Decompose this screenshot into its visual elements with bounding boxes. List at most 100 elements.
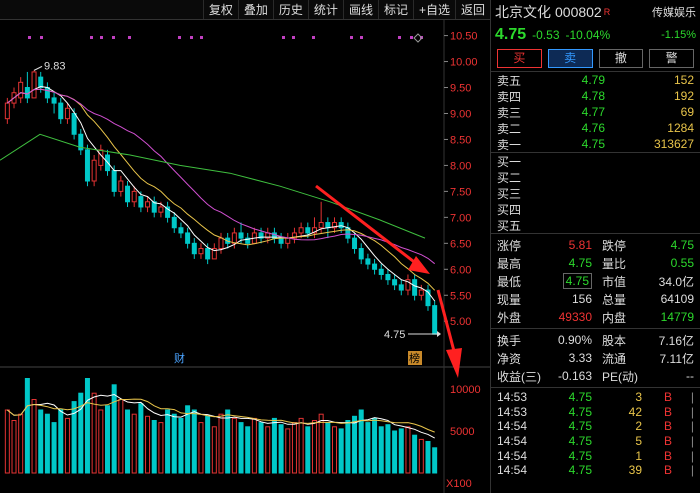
tick-side: B (663, 419, 672, 434)
ask-row[interactable]: 卖五 4.79 152 (491, 72, 700, 88)
tick-row: 14:54 4.75 39 B | (491, 463, 700, 478)
toolbar-button[interactable]: 复权 (202, 0, 238, 19)
volume-bar (332, 426, 338, 474)
tick-qty: 39 (628, 463, 642, 478)
alert-button[interactable]: 警 (649, 49, 694, 68)
ask-row[interactable]: 卖四 4.78 192 (491, 88, 700, 104)
candle-body (205, 248, 211, 260)
volume-ratio-value: 0.55 (670, 256, 694, 270)
ask-row[interactable]: 卖三 4.77 69 (491, 104, 700, 120)
toolbar-button[interactable]: 历史 (272, 0, 308, 19)
candle-body (131, 190, 137, 203)
volume-bar (425, 441, 431, 474)
tick-marker: | (690, 404, 694, 419)
candle-body (71, 112, 77, 135)
stat-label: 外盘 (497, 310, 522, 325)
tick-time: 14:53 (497, 404, 528, 419)
event-marker (282, 36, 285, 39)
float-shares-value: 7.11亿 (659, 351, 694, 366)
candle-body (171, 216, 177, 229)
candle-body (298, 227, 304, 234)
candle-body (198, 248, 204, 255)
volume-axis-label: 5000 (450, 426, 474, 438)
toolbar-button[interactable]: 画线 (342, 0, 378, 19)
volume-bar (211, 426, 217, 474)
volume-bar (38, 409, 44, 474)
candle-body (318, 222, 324, 229)
finance-event-label: 财 (174, 351, 185, 365)
toolbar-button[interactable]: 标记 (377, 0, 413, 19)
kline-chart[interactable]: 10.50 10.00 9.50 9.00 8.50 8.00 7.50 7.00 6.50 6.… (0, 20, 490, 493)
candle-body (51, 97, 57, 104)
bid-row[interactable]: 买四 (491, 201, 700, 217)
price-axis-label: 6.00 (450, 264, 471, 276)
stat-label: 最高 (497, 256, 522, 271)
volume-bar (145, 415, 151, 474)
stat-label: 净资 (497, 351, 522, 366)
tick-qty: 1 (635, 448, 642, 463)
toolbar-button[interactable]: 统计 (307, 0, 343, 19)
candle-body (305, 227, 311, 234)
volume-bar (118, 399, 124, 474)
volume-bar (285, 428, 291, 474)
tick-marker: | (690, 419, 694, 434)
tick-row: 14:53 4.75 3 B | (491, 390, 700, 405)
event-marker (360, 36, 363, 39)
bid-row[interactable]: 买二 (491, 169, 700, 185)
candle-body (338, 222, 344, 229)
volume-bar (338, 428, 344, 474)
candle-body (385, 273, 391, 281)
level-label: 卖三 (497, 105, 522, 120)
event-marker (178, 36, 181, 39)
kline-chart-area[interactable]: 复权 叠加 历史 统计 画线 标记 +自选 返回 10.50 10.00 9.50 9.00 8.50… (0, 0, 490, 493)
volume-bar (51, 422, 57, 474)
last-price-label: 4.75 (384, 329, 405, 341)
volume-bar (352, 415, 358, 474)
candle-body (352, 237, 358, 250)
level-volume: 1284 (667, 121, 694, 135)
bid-row[interactable]: 买五 (491, 217, 700, 233)
volume-bar (64, 417, 70, 474)
event-marker (200, 36, 203, 39)
stat-label: 收益(三) (497, 369, 541, 384)
candle-body (365, 258, 371, 265)
buy-button[interactable]: 买 (497, 49, 542, 68)
sector-name[interactable]: 传媒娱乐 (652, 4, 696, 20)
tick-side: B (663, 404, 672, 419)
candle-body (285, 237, 291, 244)
high-price-label: 9.83 (44, 60, 65, 72)
bid-row[interactable]: 买一 (491, 153, 700, 169)
volume-bar (432, 447, 438, 474)
cancel-order-button[interactable]: 撤 (598, 49, 644, 68)
toolbar-button[interactable]: 返回 (454, 0, 490, 19)
candle-body (138, 196, 144, 208)
candle-body (178, 227, 184, 234)
level-label: 买三 (497, 186, 522, 201)
candle-body (58, 102, 64, 120)
quote-panel: 北京文化 000802 R 传媒娱乐 4.75 -0.53 -10.04% -1… (490, 0, 700, 493)
toolbar-button[interactable]: 叠加 (237, 0, 273, 19)
candle-body (432, 305, 438, 335)
toolbar-button[interactable]: +自选 (412, 0, 455, 19)
price-change: -0.53 (532, 28, 560, 42)
current-volume-value: 156 (571, 292, 592, 306)
price-axis-label: 8.00 (450, 160, 471, 172)
tick-list[interactable]: 14:53 4.75 3 B | 14:53 4.75 42 B | 14:54 4.75 2 B | 14:… (491, 388, 700, 478)
ask-row[interactable]: 卖二 4.76 1284 (491, 120, 700, 136)
tick-qty: 2 (635, 419, 642, 434)
event-marker (410, 36, 413, 39)
price-change-pct: -10.04% (565, 28, 611, 42)
ask-row[interactable]: 卖一 4.75 313627 (491, 136, 700, 152)
net-assets-value: 3.33 (568, 351, 592, 365)
price-axis-label: 10.00 (450, 57, 478, 69)
tick-price: 4.75 (568, 419, 592, 434)
candle-body (91, 159, 97, 182)
volume-bar (225, 409, 231, 474)
sell-button[interactable]: 卖 (547, 49, 593, 68)
bid-row[interactable]: 买三 (491, 185, 700, 201)
level-volume: 152 (673, 73, 694, 87)
high-label-leader (33, 65, 43, 71)
volume-bar (185, 405, 191, 474)
candle-body (191, 242, 197, 255)
tick-time: 14:54 (497, 463, 528, 478)
